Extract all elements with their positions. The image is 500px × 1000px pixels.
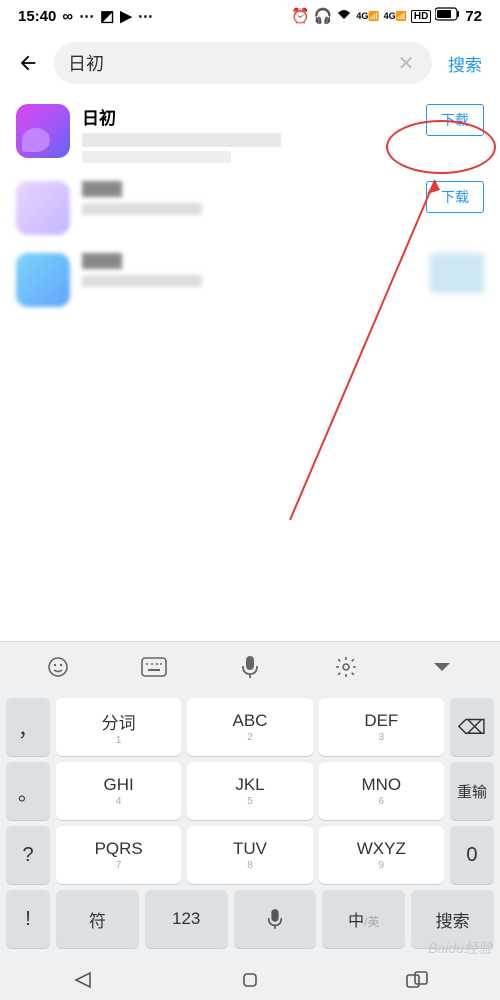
blurred-action xyxy=(430,253,484,293)
app-name xyxy=(82,181,122,197)
key[interactable]: ! xyxy=(6,890,50,948)
key[interactable]: MNO6 xyxy=(319,762,444,820)
keyboard-toolbar xyxy=(0,642,500,692)
app-icon-2: ▶ xyxy=(120,7,132,25)
key[interactable]: 0 xyxy=(450,826,494,884)
key[interactable]: 123 xyxy=(145,890,228,948)
clear-icon[interactable]: ✕ xyxy=(394,51,418,75)
more-icon: ⋯ xyxy=(138,7,153,25)
battery-level: 72 xyxy=(465,8,482,25)
key[interactable]: ， xyxy=(6,698,50,756)
key[interactable]: 。 xyxy=(6,762,50,820)
result-item[interactable] xyxy=(16,253,484,307)
wifi-icon xyxy=(336,8,352,25)
key[interactable]: PQRS7 xyxy=(56,826,181,884)
keyboard: ，分词1ABC2DEF3⌫ 。GHI4JKL5MNO6重输?PQRS7TUV8WX… xyxy=(0,641,500,960)
voice-icon[interactable] xyxy=(232,649,268,685)
app-icon-1: ◩ xyxy=(100,7,114,25)
results-list: 日初 下载 下载 xyxy=(0,94,500,335)
navigation-bar xyxy=(0,960,500,1000)
back-button[interactable] xyxy=(12,47,44,79)
key[interactable]: JKL5 xyxy=(187,762,312,820)
nav-back-icon[interactable] xyxy=(69,966,97,994)
key[interactable]: TUV8 xyxy=(187,826,312,884)
collapse-icon[interactable] xyxy=(424,649,460,685)
key[interactable]: ABC2 xyxy=(187,698,312,756)
app-icon xyxy=(16,104,70,158)
app-name xyxy=(82,253,122,269)
hd-icon: HD xyxy=(411,10,431,23)
dots-icon: ⋯ xyxy=(79,7,94,25)
battery-icon xyxy=(435,7,461,25)
app-subtitle xyxy=(82,275,202,287)
search-header: ✕ 搜索 xyxy=(0,32,500,94)
keyboard-switch-icon[interactable] xyxy=(136,649,172,685)
search-input[interactable] xyxy=(68,53,394,74)
status-bar: 15:40 ∞ ⋯ ◩ ▶ ⋯ ⏰ 🎧 4G📶 4G📶 HD 72 xyxy=(0,0,500,32)
nav-home-icon[interactable] xyxy=(236,966,264,994)
watermark: Baidu经验 xyxy=(428,938,492,958)
app-icon xyxy=(16,181,70,235)
headphone-icon: 🎧 xyxy=(314,7,333,25)
app-name: 日初 xyxy=(82,104,414,129)
result-item[interactable]: 下载 xyxy=(16,181,484,235)
key[interactable]: 符 xyxy=(56,890,139,948)
search-box[interactable]: ✕ xyxy=(54,42,432,84)
signal-4g-icon: 4G📶 xyxy=(356,11,379,22)
key[interactable]: ? xyxy=(6,826,50,884)
emoji-icon[interactable] xyxy=(40,649,76,685)
backspace-key[interactable]: ⌫ xyxy=(450,698,494,756)
app-meta xyxy=(82,151,231,163)
language-key[interactable]: 中/英 xyxy=(322,890,405,948)
alarm-icon: ⏰ xyxy=(291,7,310,25)
search-action[interactable]: 搜索 xyxy=(442,51,488,76)
result-item[interactable]: 日初 下载 xyxy=(16,104,484,163)
status-time: 15:40 xyxy=(18,8,56,25)
signal-4g-icon-2: 4G📶 xyxy=(384,11,407,22)
settings-icon[interactable] xyxy=(328,649,364,685)
app-subtitle xyxy=(82,133,281,147)
app-subtitle xyxy=(82,203,202,215)
voice-key[interactable] xyxy=(234,890,317,948)
download-button[interactable]: 下载 xyxy=(426,104,484,136)
key[interactable]: GHI4 xyxy=(56,762,181,820)
download-button[interactable]: 下载 xyxy=(426,181,484,213)
nav-recent-icon[interactable] xyxy=(403,966,431,994)
key[interactable]: 分词1 xyxy=(56,698,181,756)
infinity-icon: ∞ xyxy=(62,8,73,25)
key[interactable]: 重输 xyxy=(450,762,494,820)
key[interactable]: DEF3 xyxy=(319,698,444,756)
key[interactable]: WXYZ9 xyxy=(319,826,444,884)
app-icon xyxy=(16,253,70,307)
